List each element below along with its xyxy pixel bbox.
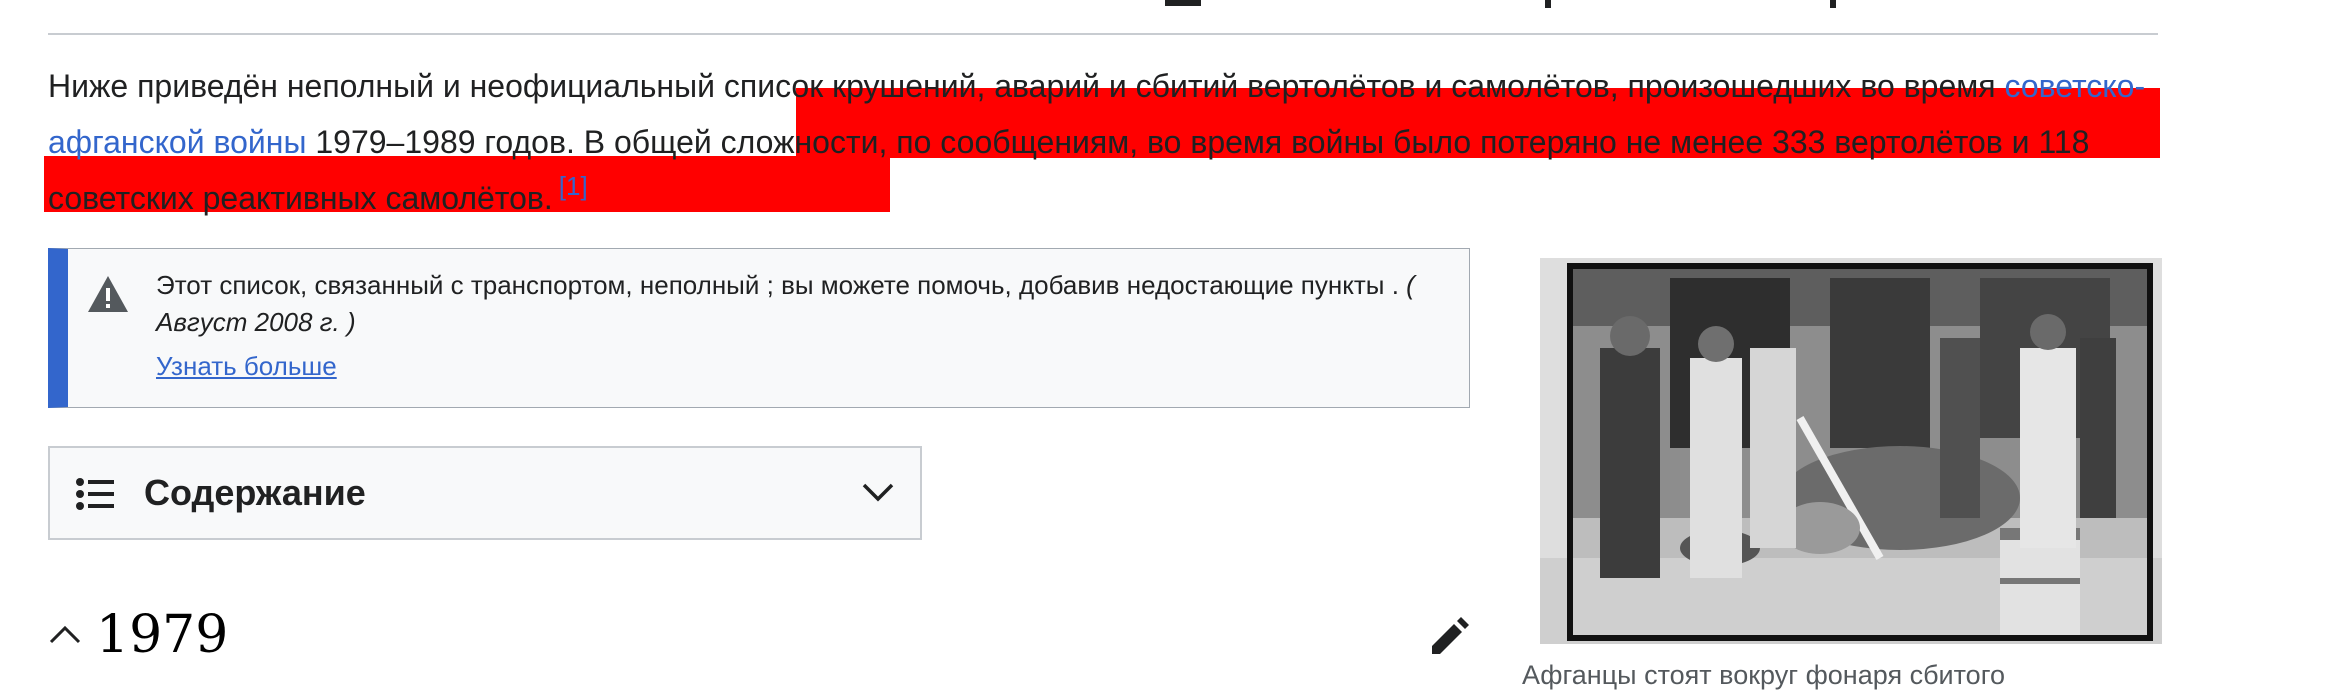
- intro-paragraph: Ниже приведён неполный и неофициальный с…: [48, 58, 2168, 228]
- cropped-text-fragment: [1165, 0, 1201, 6]
- incomplete-list-notice: Этот список, связанный с транспортом, не…: [48, 248, 1470, 408]
- figure-photo[interactable]: [1540, 258, 2162, 644]
- warning-icon: [88, 276, 128, 312]
- cropped-text-fragment: [1830, 0, 1836, 8]
- toc-title: Содержание: [144, 472, 366, 513]
- notice-text: Этот список, связанный с транспортом, не…: [156, 267, 1456, 341]
- list-icon: [76, 478, 114, 510]
- section-divider: [48, 33, 2158, 35]
- intro-text-mid: 1979–1989 годов.: [306, 124, 584, 160]
- table-of-contents-toggle[interactable]: Содержание: [48, 446, 922, 540]
- reference-link[interactable]: [1]: [559, 171, 588, 201]
- notice-message: Этот список, связанный с транспортом, не…: [156, 270, 1407, 300]
- pencil-icon[interactable]: [1428, 614, 1472, 658]
- section-heading-1979: 1979: [48, 600, 228, 670]
- chevron-up-icon[interactable]: [48, 625, 82, 645]
- chevron-down-icon[interactable]: [862, 482, 894, 502]
- cropped-text-fragment: [1545, 0, 1551, 8]
- figure-caption: Афганцы стоят вокруг фонаря сбитого: [1522, 660, 2005, 690]
- learn-more-link[interactable]: Узнать больше: [156, 351, 337, 382]
- intro-text-start: Ниже приведён неполный и неофициальный с…: [48, 68, 2005, 104]
- photo-afghans-around-wreckage: [1540, 258, 2162, 644]
- section-heading-text: 1979: [96, 605, 229, 665]
